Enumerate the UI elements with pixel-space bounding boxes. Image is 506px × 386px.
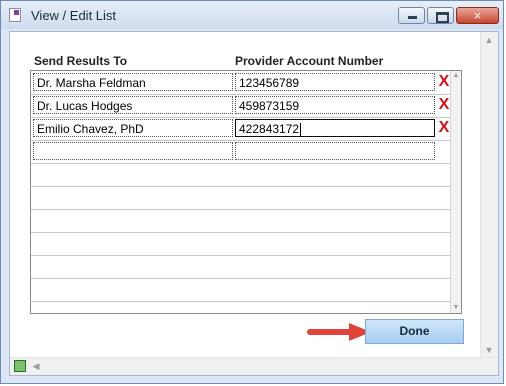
minimize-icon	[408, 16, 417, 19]
done-button[interactable]: Done	[365, 319, 464, 344]
close-icon: ×	[473, 8, 482, 23]
window-vertical-scrollbar[interactable]: ▲ ▼	[480, 32, 498, 358]
maximize-icon	[436, 12, 449, 23]
close-button[interactable]: ×	[456, 7, 499, 24]
delete-x-icon[interactable]: X	[437, 96, 451, 114]
results-grid: Dr. Marsha Feldman 123456789 X Dr. Lucas…	[30, 70, 462, 314]
scroll-down-icon[interactable]: ▼	[451, 303, 461, 313]
scroll-up-icon[interactable]: ▲	[451, 71, 461, 81]
text-caret	[300, 123, 302, 136]
account-cell-empty[interactable]	[235, 142, 435, 160]
view-edit-list-window: View / Edit List × Send Results To Provi…	[0, 0, 504, 384]
table-row-blank	[31, 163, 452, 187]
table-row-blank	[31, 209, 452, 233]
send-to-cell[interactable]: Dr. Lucas Hodges	[33, 96, 233, 114]
table-row-blank	[31, 232, 452, 256]
account-value: 422843172	[239, 122, 300, 136]
maximize-button[interactable]	[427, 7, 454, 24]
list-icon	[9, 8, 21, 22]
table-row-blank	[31, 186, 452, 210]
send-to-cell[interactable]: Dr. Marsha Feldman	[33, 73, 233, 91]
send-to-cell-empty[interactable]	[33, 142, 233, 160]
red-arrow-icon	[307, 323, 371, 341]
window-title: View / Edit List	[31, 8, 117, 23]
table-row: Dr. Lucas Hodges 459873159 X	[31, 94, 452, 118]
minimize-button[interactable]	[398, 7, 425, 24]
scroll-left-icon[interactable]: ◀	[28, 358, 44, 374]
title-bar: View / Edit List ×	[1, 1, 503, 29]
column-header-provider-account-number: Provider Account Number	[235, 54, 384, 68]
scroll-up-icon[interactable]: ▲	[481, 32, 497, 48]
grid-vertical-scrollbar[interactable]: ▲ ▼	[450, 71, 461, 313]
client-area: Send Results To Provider Account Number …	[9, 31, 499, 376]
table-row-blank	[31, 255, 452, 279]
table-row: Dr. Marsha Feldman 123456789 X	[31, 71, 452, 95]
account-cell[interactable]: 123456789	[235, 73, 435, 91]
send-to-cell[interactable]: Emilio Chavez, PhD	[33, 119, 233, 137]
account-cell[interactable]: 459873159	[235, 96, 435, 114]
lock-icon	[14, 360, 26, 372]
delete-x-icon[interactable]: X	[437, 119, 451, 137]
column-header-send-results-to: Send Results To	[34, 54, 128, 68]
table-row-empty	[31, 140, 452, 164]
delete-x-icon[interactable]: X	[437, 73, 451, 91]
scroll-down-icon[interactable]: ▼	[481, 342, 497, 358]
table-row: Emilio Chavez, PhD 422843172 X	[31, 117, 452, 141]
window-horizontal-scrollbar[interactable]: ◀	[10, 357, 498, 375]
table-row-blank	[31, 278, 452, 302]
account-cell-editing[interactable]: 422843172	[235, 119, 435, 137]
